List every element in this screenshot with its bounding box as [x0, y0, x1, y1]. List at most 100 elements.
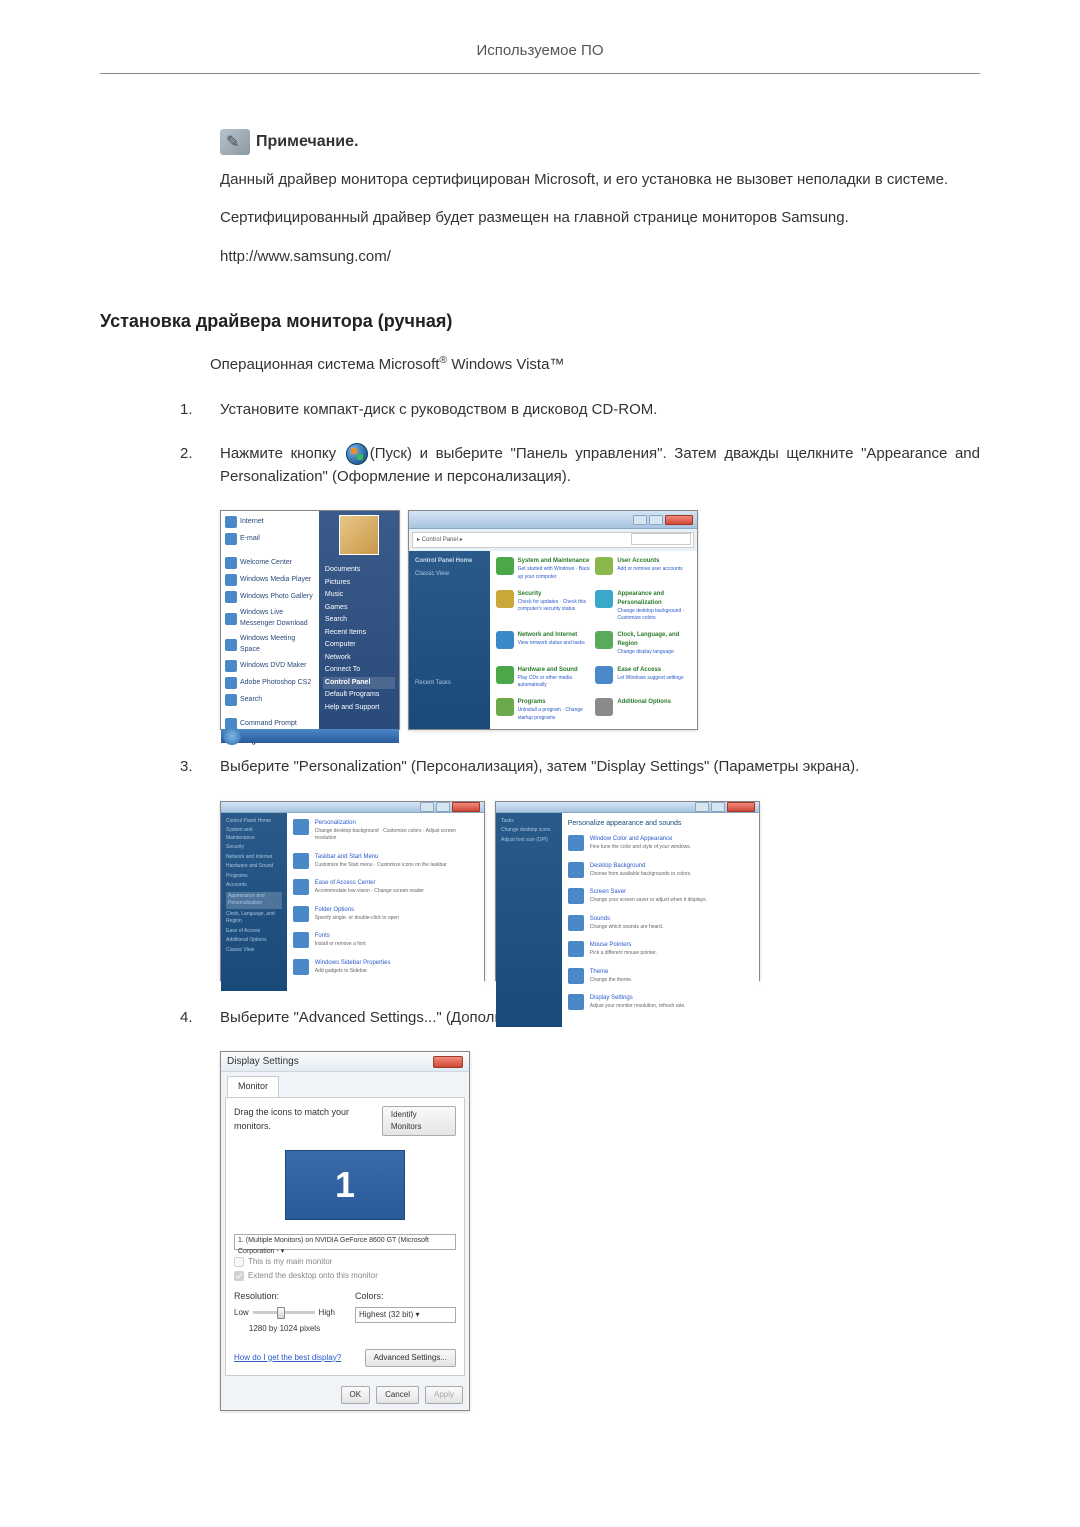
- start-orb-icon: [223, 727, 241, 745]
- maximize-icon: [436, 802, 450, 812]
- pers-option: Screen SaverChange your screen saver or …: [568, 888, 753, 905]
- start-left-item: Windows DVD Maker: [225, 659, 315, 673]
- start-left-item: Internet: [225, 515, 315, 529]
- resolution-value: 1280 by 1024 pixels: [234, 1323, 335, 1335]
- resolution-label: Resolution:: [234, 1290, 335, 1304]
- start-menu-right: DocumentsPicturesMusicGamesSearchRecent …: [319, 511, 399, 729]
- page-header: Используемое ПО: [100, 40, 980, 74]
- sidebar-item: Security: [226, 844, 282, 852]
- advanced-settings-button[interactable]: Advanced Settings...: [365, 1349, 456, 1367]
- step-1-number: 1.: [180, 399, 200, 422]
- start-menu-window: InternetE-mailWelcome CenterWindows Medi…: [220, 510, 400, 730]
- pers-option: Window Color and AppearanceFine tune the…: [568, 835, 753, 852]
- maximize-icon: [711, 802, 725, 812]
- monitor-select[interactable]: 1. (Multiple Monitors) on NVIDIA GeForce…: [234, 1234, 456, 1250]
- start-right-item: Help and Support: [323, 702, 395, 715]
- item-icon: [293, 819, 309, 835]
- start-menu-left: InternetE-mailWelcome CenterWindows Medi…: [221, 511, 319, 729]
- control-panel-category: User AccountsAdd or remove user accounts: [595, 557, 691, 582]
- ok-button[interactable]: OK: [341, 1386, 371, 1404]
- screenshot-personalization-pair: Control Panel HomeSystem and Maintenance…: [220, 801, 980, 981]
- personalization-main: Personalize appearance and sounds Window …: [562, 813, 759, 1027]
- sidebar-item: Additional Options: [226, 937, 282, 945]
- appearance-sidebar: Control Panel HomeSystem and Maintenance…: [221, 813, 287, 992]
- pers-item: PersonalizationChange desktop background…: [293, 819, 478, 843]
- start-left-item: Windows Meeting Space: [225, 633, 315, 656]
- user-picture-icon: [339, 515, 379, 555]
- control-panel-window: ▸ Control Panel ▸ Control Panel Home Cla…: [408, 510, 698, 730]
- search-field: [631, 533, 691, 545]
- close-icon: [452, 802, 480, 812]
- start-left-item: Adobe Photoshop CS2: [225, 676, 315, 690]
- sidebar-item: Clock, Language, and Region: [226, 911, 282, 926]
- resolution-slider[interactable]: [253, 1311, 315, 1314]
- step-1: 1. Установите компакт-диск с руководство…: [180, 399, 980, 422]
- item-icon: [568, 968, 584, 984]
- colors-label: Colors:: [355, 1290, 456, 1304]
- item-icon: [568, 941, 584, 957]
- display-settings-titlebar: Display Settings: [221, 1052, 469, 1072]
- item-icon: [293, 906, 309, 922]
- help-link[interactable]: How do I get the best display?: [234, 1352, 341, 1364]
- start-right-item: Connect To: [323, 664, 395, 677]
- start-right-item: Pictures: [323, 577, 395, 590]
- app-icon: [225, 694, 237, 706]
- sidebar-item: Programs: [226, 873, 282, 881]
- pers-item: Windows Sidebar PropertiesAdd gadgets to…: [293, 959, 478, 976]
- app-icon: [225, 660, 237, 672]
- item-icon: [568, 915, 584, 931]
- appearance-main: PersonalizationChange desktop background…: [287, 813, 484, 992]
- os-line: Операционная система Microsoft® Windows …: [210, 353, 980, 377]
- item-icon: [568, 994, 584, 1010]
- sidebar-item: Hardware and Sound: [226, 863, 282, 871]
- monitor-preview: 1: [285, 1150, 405, 1220]
- category-icon: [595, 631, 613, 649]
- sidebar-item: Tasks: [501, 818, 557, 826]
- sidebar-item: Network and Internet: [226, 854, 282, 862]
- personalization-window: TasksChange desktop iconsAdjust font siz…: [495, 801, 760, 981]
- taskbar: [221, 729, 399, 743]
- pers-item: Ease of Access CenterAccommodate low vis…: [293, 879, 478, 896]
- category-icon: [496, 557, 514, 575]
- start-right-item: Recent Items: [323, 627, 395, 640]
- category-icon: [496, 698, 514, 716]
- app-icon: [225, 557, 237, 569]
- windows-start-orb-icon: [346, 443, 368, 465]
- section-title: Установка драйвера монитора (ручная): [100, 308, 980, 335]
- cancel-button[interactable]: Cancel: [376, 1386, 419, 1404]
- pers-item: Taskbar and Start MenuCustomize the Star…: [293, 853, 478, 870]
- display-settings-title: Display Settings: [227, 1054, 299, 1069]
- cp-home-label: Control Panel Home: [415, 557, 484, 566]
- start-right-item: Search: [323, 614, 395, 627]
- minimize-icon: [420, 802, 434, 812]
- chk2-label: Extend the desktop onto this monitor: [248, 1270, 378, 1282]
- os-before: Операционная система Microsoft: [210, 356, 439, 373]
- pers-option: Mouse PointersPick a different mouse poi…: [568, 941, 753, 958]
- start-left-item: E-mail: [225, 532, 315, 546]
- start-left-item: Windows Photo Gallery: [225, 590, 315, 604]
- slider-high-label: High: [319, 1307, 335, 1319]
- colors-select[interactable]: Highest (32 bit) ▾: [355, 1307, 456, 1323]
- identify-monitors-button[interactable]: Identify Monitors: [382, 1106, 456, 1136]
- pers-item: Folder OptionsSpecify single- or double-…: [293, 906, 478, 923]
- item-icon: [293, 959, 309, 975]
- note-pencil-icon: [220, 129, 250, 155]
- window-titlebar: [221, 802, 484, 813]
- panel-title: Personalize appearance and sounds: [568, 819, 753, 830]
- control-panel-category: Hardware and SoundPlay CDs or other medi…: [496, 666, 592, 691]
- sidebar-item: Control Panel Home: [226, 818, 282, 826]
- control-panel-category: Ease of AccessLet Windows suggest settin…: [595, 666, 691, 691]
- category-icon: [595, 590, 613, 608]
- step-2-number: 2.: [180, 443, 200, 466]
- app-icon: [225, 677, 237, 689]
- app-icon: [225, 533, 237, 545]
- appearance-personalization-window: Control Panel HomeSystem and Maintenance…: [220, 801, 485, 981]
- minimize-icon: [633, 515, 647, 525]
- step-4-number: 4.: [180, 1007, 200, 1030]
- item-icon: [293, 932, 309, 948]
- control-panel-category: Additional Options: [595, 698, 691, 723]
- control-panel-category: Clock, Language, and RegionChange displa…: [595, 631, 691, 657]
- pers-option: ThemeChange the theme.: [568, 968, 753, 985]
- start-left-item: Windows Media Player: [225, 573, 315, 587]
- apply-button: Apply: [425, 1386, 463, 1404]
